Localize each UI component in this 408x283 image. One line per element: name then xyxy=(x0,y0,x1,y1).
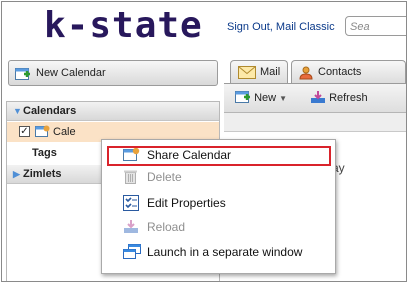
refresh-button-label: Refresh xyxy=(329,92,368,104)
toolbar: New ▼ Refresh xyxy=(224,84,406,113)
calendar-item-label: Cale xyxy=(53,126,76,138)
new-calendar-icon xyxy=(15,67,31,84)
refresh-icon xyxy=(311,91,325,103)
menu-item-reload[interactable]: Reload xyxy=(102,216,335,238)
new-button-label: New xyxy=(254,92,277,104)
new-calendar-button[interactable]: New Calendar xyxy=(8,60,218,86)
expanded-triangle-icon[interactable]: ▼ xyxy=(13,106,22,116)
menu-item-delete[interactable]: Delete xyxy=(102,166,335,188)
app-window: k-state Sign Out, Mail Classic Sea New C… xyxy=(1,1,407,282)
tags-label: Tags xyxy=(32,147,57,159)
mail-envelope-icon xyxy=(238,66,256,82)
calendars-header[interactable]: ▼ Calendars xyxy=(7,102,219,121)
launch-window-icon xyxy=(123,244,141,262)
trash-icon xyxy=(123,169,138,187)
search-input[interactable]: Sea xyxy=(345,16,406,36)
menu-item-label: Reload xyxy=(147,220,186,234)
new-button[interactable]: New ▼ xyxy=(235,90,287,104)
menu-item-label: Delete xyxy=(147,170,182,184)
menu-item-label: Edit Properties xyxy=(147,196,226,210)
calendar-icon xyxy=(35,125,50,141)
highlight-box xyxy=(107,146,331,166)
chevron-down-icon[interactable]: ▼ xyxy=(279,94,287,103)
contacts-icon xyxy=(299,66,313,83)
tab-mail[interactable]: Mail xyxy=(230,60,288,84)
reload-icon xyxy=(123,219,139,237)
zimlets-label: Zimlets xyxy=(23,168,62,180)
menu-item-edit-properties[interactable]: Edit Properties xyxy=(102,192,335,214)
edit-properties-icon xyxy=(123,195,139,214)
calendar-grid-header xyxy=(224,113,406,132)
tab-mail-label: Mail xyxy=(260,66,281,78)
logo: k-state xyxy=(44,5,203,46)
menu-item-launch-window[interactable]: Launch in a separate window xyxy=(102,241,335,263)
menu-item-label: Launch in a separate window xyxy=(147,245,303,259)
refresh-button[interactable]: Refresh xyxy=(310,90,368,104)
calendars-header-label: Calendars xyxy=(23,105,77,117)
header-links[interactable]: Sign Out, Mail Classic xyxy=(227,21,335,33)
collapsed-triangle-icon[interactable]: ▶ xyxy=(13,169,20,180)
new-calendar-label: New Calendar xyxy=(36,67,106,79)
header: k-state Sign Out, Mail Classic Sea xyxy=(2,2,406,52)
tab-contacts[interactable]: Contacts xyxy=(291,60,406,84)
tab-contacts-label: Contacts xyxy=(318,66,362,78)
new-item-icon xyxy=(235,91,250,103)
header-links-text[interactable]: Sign Out, Mail Classic xyxy=(227,21,335,33)
calendar-checkbox[interactable]: ✓ xyxy=(19,126,30,137)
